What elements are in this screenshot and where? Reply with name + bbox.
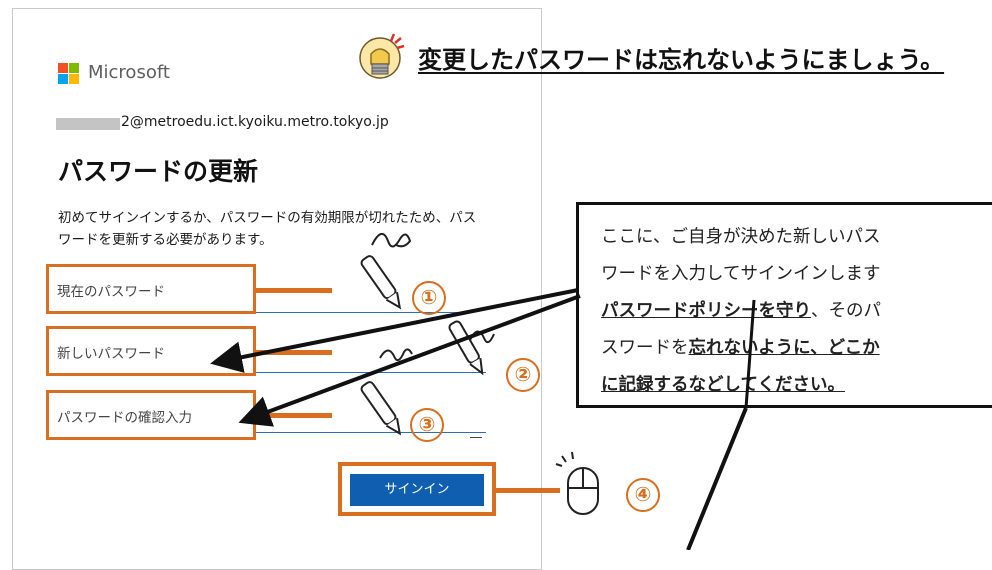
arrow-to-new-password xyxy=(210,288,579,373)
arrow-to-confirm-password xyxy=(238,294,581,427)
callout-pointer xyxy=(686,407,748,550)
callout-pointer xyxy=(744,299,756,409)
pointer-arrows xyxy=(210,288,756,550)
